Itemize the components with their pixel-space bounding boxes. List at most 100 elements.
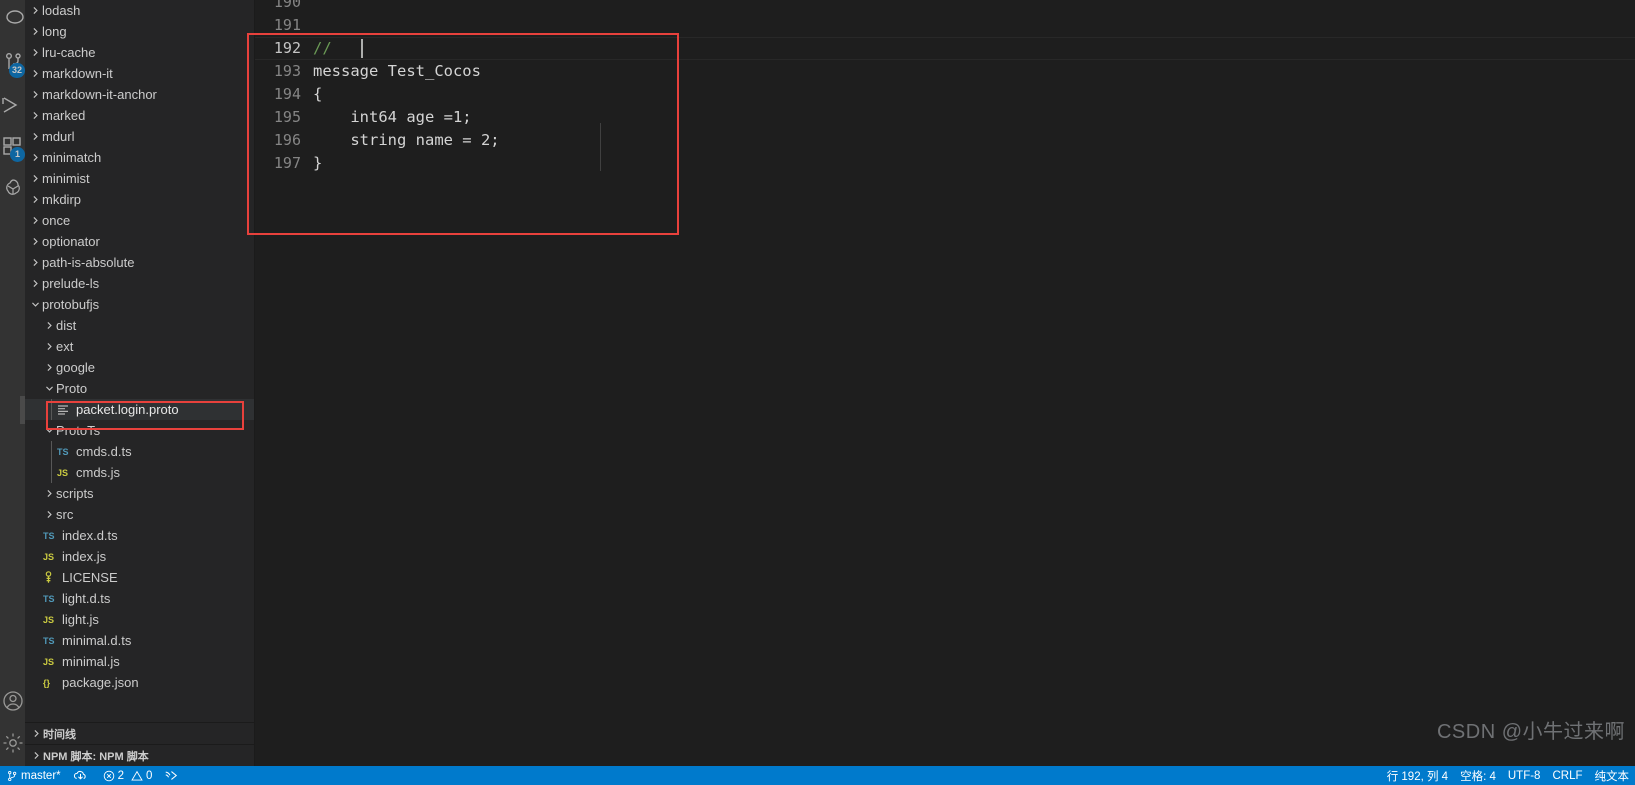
sidebar-panel-label: 时间线 — [43, 728, 76, 741]
line-text: { — [313, 85, 323, 103]
tree-item-label: once — [42, 213, 71, 228]
tree-item-minimal-js[interactable]: JS minimal.js — [25, 651, 254, 672]
status-bar-language-mode[interactable]: 纯文本 — [1589, 766, 1635, 785]
json-file-icon: {} — [43, 677, 51, 688]
chevron-right-icon — [29, 27, 42, 36]
status-bar-problems[interactable]: 2 0 — [97, 766, 159, 785]
status-bar-indentation[interactable]: 空格: 4 — [1454, 766, 1502, 785]
activity-bar-bottom-group — [0, 680, 25, 764]
error-icon — [103, 770, 115, 782]
activity-bar-item-explorer[interactable] — [0, 0, 25, 42]
sidebar-panel-label: NPM 脚本: NPM 脚本 — [43, 750, 149, 763]
tree-item-marked[interactable]: marked — [25, 105, 254, 126]
tree-item-src[interactable]: src — [25, 504, 254, 525]
tree-item-label: lru-cache — [42, 45, 96, 60]
code-line-197[interactable]: 197} — [255, 152, 1635, 175]
chevron-right-icon — [29, 6, 42, 15]
status-bar-sync[interactable] — [67, 766, 97, 785]
code-line-196[interactable]: 196 string name = 2; — [255, 129, 1635, 152]
tree-item-label: light.js — [62, 612, 99, 627]
activity-bar: 32 1 — [0, 0, 25, 766]
tree-item-label: index.js — [62, 549, 107, 564]
tree-item-protots[interactable]: ProtoTs — [25, 420, 254, 441]
chevron-right-icon — [29, 132, 42, 141]
tree-item-mkdirp[interactable]: mkdirp — [25, 189, 254, 210]
activity-bar-item-settings[interactable] — [0, 722, 25, 764]
tree-item-cmds-js[interactable]: JS cmds.js — [25, 462, 254, 483]
tree-item-protobufjs[interactable]: protobufjs — [25, 294, 254, 315]
tree-item-light-js[interactable]: JS light.js — [25, 609, 254, 630]
tree-item-light-d-ts[interactable]: TS light.d.ts — [25, 588, 254, 609]
status-bar-branch[interactable]: master* — [0, 766, 67, 785]
typescript-file-icon: TS — [43, 530, 55, 541]
activity-bar-item-accounts[interactable] — [0, 680, 25, 722]
tree-item-minimatch[interactable]: minimatch — [25, 147, 254, 168]
tree-item-index-js[interactable]: JS index.js — [25, 546, 254, 567]
vscode-window: 32 1 lodash long lru-cache markdown-it m… — [0, 0, 1635, 785]
code-line-192[interactable]: 192 // — [255, 37, 1635, 60]
tree-item-packet-login-proto[interactable]: packet.login.proto — [25, 399, 254, 420]
code-line-190[interactable]: 190 — [255, 0, 1635, 14]
code-line-195[interactable]: 195 int64 age =1; — [255, 106, 1635, 129]
extensions-badge: 1 — [10, 147, 25, 162]
tree-item-ext[interactable]: ext — [25, 336, 254, 357]
code-line-194[interactable]: 194 { — [255, 83, 1635, 106]
chevron-right-icon — [43, 321, 56, 330]
chatgpt-icon — [1, 177, 25, 201]
tree-item-scripts[interactable]: scripts — [25, 483, 254, 504]
tree-item-proto[interactable]: Proto — [25, 378, 254, 399]
tree-item-lodash[interactable]: lodash — [25, 0, 254, 21]
code-editor[interactable]: 190 191 192 // 193 message Test_Cocos 194 {195… — [255, 0, 1635, 766]
line-number: 193 — [273, 62, 301, 80]
tree-item-mdurl[interactable]: mdurl — [25, 126, 254, 147]
tree-item-label: protobufjs — [42, 297, 100, 312]
chevron-right-icon — [29, 69, 42, 78]
activity-bar-item-run-and-debug[interactable] — [0, 84, 25, 126]
javascript-file-icon: JS — [57, 467, 69, 478]
sidebar-panel-timeline[interactable]: 时间线 — [25, 722, 254, 744]
tree-item-label: minimal.js — [62, 654, 120, 669]
indent-guide — [51, 462, 52, 483]
tree-item-label: LICENSE — [62, 570, 118, 585]
tree-item-markdown-it-anchor[interactable]: markdown-it-anchor — [25, 84, 254, 105]
activity-bar-item-extensions[interactable]: 1 — [0, 126, 25, 168]
code-line-191[interactable]: 191 — [255, 14, 1635, 37]
code-lines[interactable]: 190 191 192 // 193 message Test_Cocos 194 {195… — [255, 0, 1635, 766]
tree-item-once[interactable]: once — [25, 210, 254, 231]
status-bar-eol[interactable]: CRLF — [1546, 766, 1588, 785]
tree-item-label: lodash — [42, 3, 81, 18]
status-bar-encoding[interactable]: UTF-8 — [1502, 766, 1547, 785]
tree-item-google[interactable]: google — [25, 357, 254, 378]
tree-item-label: ProtoTs — [56, 423, 101, 438]
chevron-right-icon — [29, 174, 42, 183]
tree-item-long[interactable]: long — [25, 21, 254, 42]
tree-item-license[interactable]: LICENSE — [25, 567, 254, 588]
status-bar-label: 纯文本 — [1594, 770, 1630, 783]
chevron-right-icon — [29, 751, 43, 760]
line-text: int64 age =1; — [313, 108, 472, 126]
tree-item-index-d-ts[interactable]: TS index.d.ts — [25, 525, 254, 546]
status-bar-live-share[interactable] — [158, 766, 187, 785]
tree-item-optionator[interactable]: optionator — [25, 231, 254, 252]
status-bar-cursor-position[interactable]: 行 192, 列 4 — [1381, 766, 1454, 785]
tree-item-prelude-ls[interactable]: prelude-ls — [25, 273, 254, 294]
tree-item-dist[interactable]: dist — [25, 315, 254, 336]
code-line-193[interactable]: 193 message Test_Cocos — [255, 60, 1635, 83]
file-tree[interactable]: lodash long lru-cache markdown-it markdown-i… — [25, 0, 254, 722]
tree-item-minimist[interactable]: minimist — [25, 168, 254, 189]
sidebar-panel-npm-scripts[interactable]: NPM 脚本: NPM 脚本 — [25, 744, 254, 766]
tree-item-markdown-it[interactable]: markdown-it — [25, 63, 254, 84]
tree-item-package-json[interactable]: {} package.json — [25, 672, 254, 693]
activity-bar-item-source-control[interactable]: 32 — [0, 42, 25, 84]
tree-item-cmds-d-ts[interactable]: TS cmds.d.ts — [25, 441, 254, 462]
tree-item-label: prelude-ls — [42, 276, 100, 291]
tree-item-label: mdurl — [42, 129, 75, 144]
indent-guide — [51, 399, 52, 420]
tree-item-minimal-d-ts[interactable]: TS minimal.d.ts — [25, 630, 254, 651]
tree-item-label: light.d.ts — [62, 591, 111, 606]
tree-item-path-is-absolute[interactable]: path-is-absolute — [25, 252, 254, 273]
tree-item-lru-cache[interactable]: lru-cache — [25, 42, 254, 63]
tree-item-label: mkdirp — [42, 192, 82, 207]
tree-item-label: markdown-it — [42, 66, 113, 81]
activity-bar-item-chatgpt[interactable] — [0, 168, 25, 210]
